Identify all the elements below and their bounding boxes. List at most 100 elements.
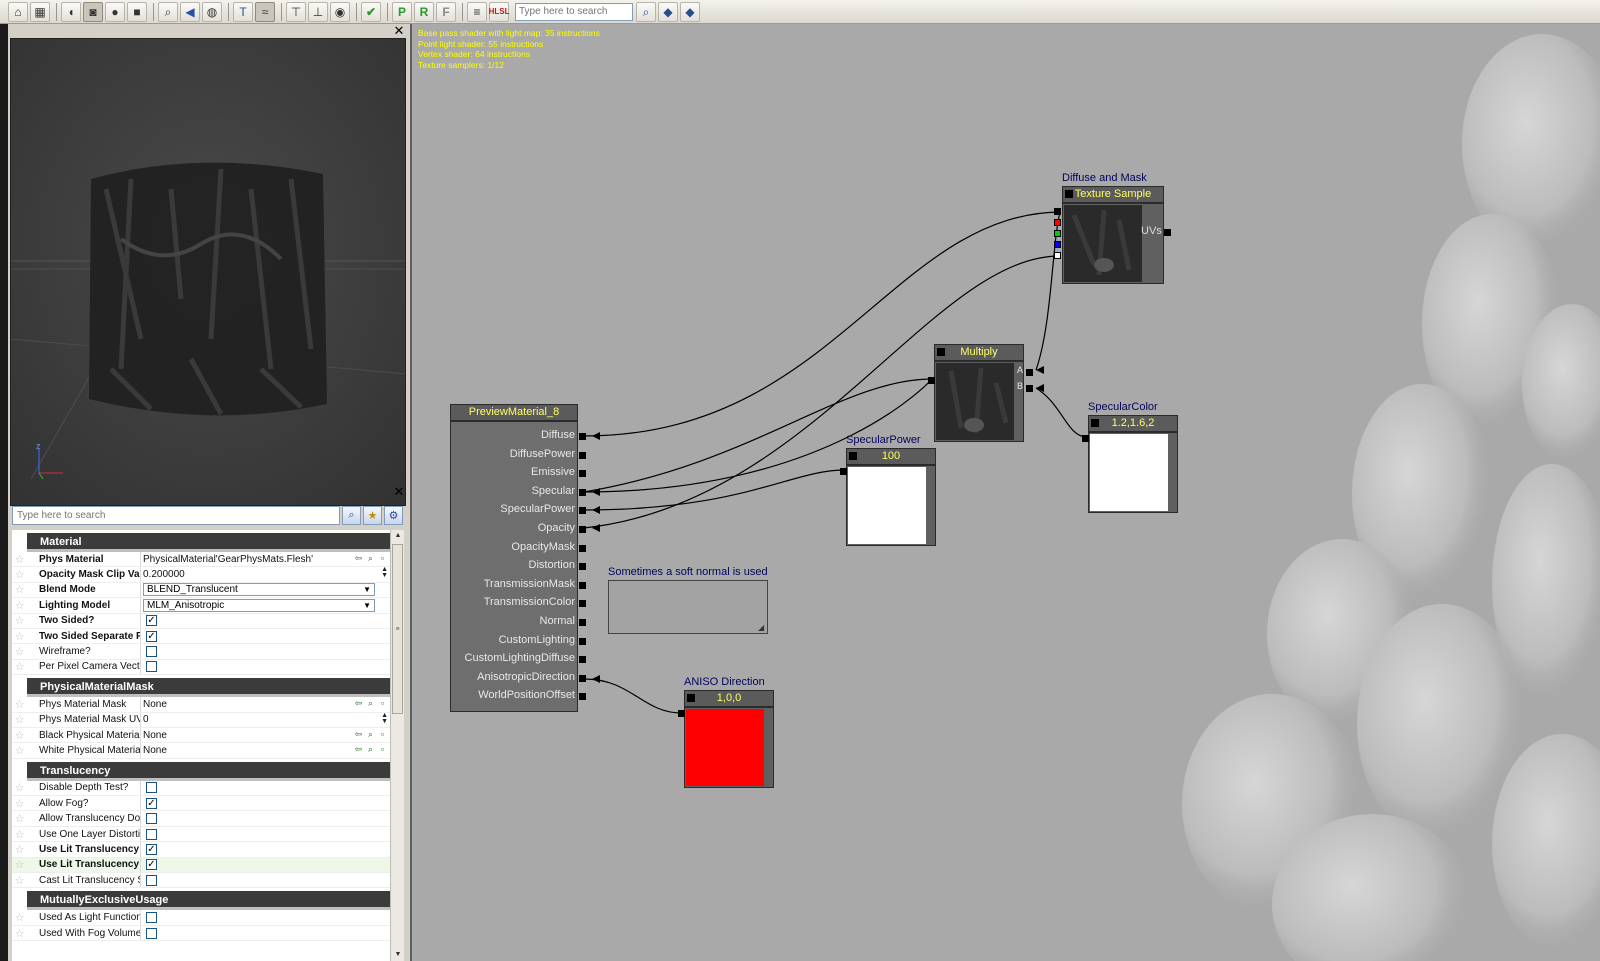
texture-sample-node[interactable]: Diffuse and Mask Texture Sample UVs — [1054, 172, 1171, 286]
pin-output[interactable] — [678, 710, 685, 717]
property-value[interactable] — [140, 811, 390, 826]
browse-icon[interactable]: ⌕ — [365, 744, 376, 755]
input-pin[interactable] — [579, 674, 586, 682]
property-checkbox[interactable] — [146, 661, 157, 673]
node-title[interactable]: 1.2,1.6,2 — [1088, 415, 1178, 432]
property-row[interactable]: ☆ Phys Material Mask UVChann0 ▲▼ — [12, 712, 390, 728]
property-row[interactable]: ☆ Allow Translucency Do F? — [12, 811, 390, 827]
globe-icon[interactable]: ◍ — [202, 1, 222, 22]
browse-icon[interactable]: ⌕ — [365, 698, 376, 709]
category-title[interactable]: PhysicalMaterialMask — [27, 678, 390, 698]
category-title[interactable]: Translucency — [27, 761, 390, 781]
curve-icon[interactable]: ≈ — [255, 1, 275, 22]
property-value[interactable]: 0 ▲ ▼ — [140, 712, 390, 727]
property-value[interactable]: None ⇦ ⌕ ▫ — [140, 697, 390, 712]
clear-icon[interactable]: ▫ — [377, 744, 388, 755]
input-pin[interactable] — [579, 600, 586, 608]
property-dropdown[interactable]: MLM_Anisotropic ▼ — [143, 598, 375, 612]
favorite-star-icon[interactable]: ☆ — [12, 614, 27, 627]
property-value[interactable]: ✓ — [140, 796, 390, 811]
check-icon[interactable]: ✔ — [361, 1, 381, 22]
favorite-star-icon[interactable]: ☆ — [12, 797, 27, 810]
property-value-text[interactable]: PhysicalMaterial'GearPhysMats.Flesh' — [143, 554, 313, 565]
preview-close-button[interactable]: ✕ — [392, 24, 406, 37]
preview-viewport[interactable]: z — [10, 38, 406, 506]
use-selected-icon[interactable]: ⇦ — [353, 698, 364, 709]
properties-search-input[interactable] — [12, 505, 340, 525]
input-pin[interactable] — [579, 619, 586, 626]
property-checkbox[interactable]: ✓ — [146, 615, 157, 627]
category-title[interactable]: MutuallyExclusiveUsage — [27, 891, 390, 911]
property-row[interactable]: ☆ Disable Depth Test? — [12, 780, 390, 797]
input-pin[interactable] — [579, 544, 586, 552]
cylinder-icon[interactable]: ◖ — [61, 1, 81, 22]
favorite-star-icon[interactable]: ☆ — [12, 583, 27, 596]
use-selected-icon[interactable]: ⇦ — [353, 729, 364, 740]
favorite-star-icon[interactable]: ☆ — [12, 660, 27, 673]
cube-icon[interactable]: ◙ — [83, 1, 103, 22]
channel-pin[interactable] — [1054, 241, 1061, 248]
favorite-star-icon[interactable]: ☆ — [12, 568, 27, 581]
input-pin[interactable] — [579, 693, 586, 701]
clear-icon[interactable]: ▫ — [377, 729, 388, 740]
favorite-star-icon[interactable]: ☆ — [12, 812, 27, 825]
scroll-up-icon[interactable]: ▲ — [391, 530, 405, 542]
property-row[interactable]: ☆ Two Sided? ✓ — [12, 613, 390, 629]
property-row[interactable]: ☆ Blend Mode BLEND_Translucent ▼ — [12, 582, 390, 599]
favorite-star-icon[interactable]: ☆ — [12, 698, 27, 711]
property-checkbox[interactable] — [146, 912, 157, 924]
property-row[interactable]: ☆ Used As Light Function? — [12, 910, 390, 926]
property-checkbox[interactable] — [146, 874, 157, 886]
f-icon[interactable]: F — [436, 1, 456, 22]
channel-pin[interactable] — [1054, 208, 1061, 215]
grid-icon[interactable]: ▦ — [30, 1, 50, 22]
favorite-star-icon[interactable]: ☆ — [12, 843, 27, 856]
align-top-icon[interactable]: ⊤ — [286, 1, 306, 22]
property-value[interactable]: None ⇦ ⌕ ▫ — [140, 727, 390, 743]
property-checkbox[interactable] — [146, 828, 157, 840]
toolbar-search-input[interactable] — [515, 2, 633, 21]
property-row[interactable]: ☆ Per Pixel Camera Vector? — [12, 659, 390, 676]
favorite-star-icon[interactable]: ☆ — [12, 828, 27, 841]
multiply-node[interactable]: Multiply A B — [928, 344, 1033, 444]
pin-output[interactable] — [1082, 435, 1089, 442]
scroll-down-icon[interactable]: ▼ — [391, 949, 405, 961]
comment-box[interactable]: ◢ — [608, 580, 768, 634]
scroll-thumb[interactable]: ≡ — [392, 544, 403, 714]
r-icon[interactable]: R — [414, 1, 434, 22]
property-checkbox[interactable]: ✓ — [146, 630, 157, 642]
property-row[interactable]: ☆ Black Physical Material None ⇦ ⌕ ▫ — [12, 727, 390, 744]
input-pin[interactable] — [579, 526, 586, 533]
favorite-star-icon[interactable]: ☆ — [12, 713, 27, 726]
property-value[interactable]: None ⇦ ⌕ ▫ — [140, 743, 390, 758]
favorite-star-icon[interactable]: ☆ — [12, 927, 27, 940]
use-selected-icon[interactable]: ⇦ — [353, 744, 364, 755]
property-checkbox[interactable]: ✓ — [146, 797, 157, 809]
plane-icon[interactable]: ■ — [127, 1, 147, 22]
property-value[interactable] — [140, 644, 390, 659]
property-row[interactable]: ☆ Lighting Model MLM_Anisotropic ▼ — [12, 598, 390, 614]
input-pin[interactable] — [579, 507, 586, 515]
property-row[interactable]: ☆ Use Lit Translucency Pos ✓ — [12, 857, 390, 874]
property-row[interactable]: ☆ Used With Fog Volumes? — [12, 925, 390, 942]
input-pin[interactable] — [579, 451, 586, 459]
property-row[interactable]: ☆ Phys Material Mask None ⇦ ⌕ ▫ — [12, 697, 390, 713]
channel-pin[interactable] — [1054, 252, 1061, 259]
property-value[interactable] — [140, 826, 390, 842]
category-header[interactable]: Translucency — [12, 761, 390, 781]
property-value-text[interactable]: None — [143, 730, 167, 741]
node-title[interactable]: 1,0,0 — [684, 690, 774, 707]
property-value[interactable] — [140, 925, 390, 941]
pin-uvs[interactable] — [1164, 229, 1171, 236]
property-value[interactable]: ✓ — [140, 628, 390, 644]
text-tool-icon[interactable]: T — [233, 1, 253, 22]
property-checkbox[interactable] — [146, 927, 157, 939]
eye-icon[interactable]: ◉ — [330, 1, 350, 22]
node-title[interactable]: 100 — [846, 448, 936, 465]
pin-a[interactable] — [1026, 369, 1033, 376]
align-bottom-icon[interactable]: ⊥ — [308, 1, 328, 22]
input-pin[interactable] — [579, 563, 586, 571]
dropdown-arrow-icon[interactable]: ▼ — [363, 585, 371, 594]
property-value[interactable] — [140, 780, 390, 796]
sphere-icon[interactable]: ● — [105, 1, 125, 22]
